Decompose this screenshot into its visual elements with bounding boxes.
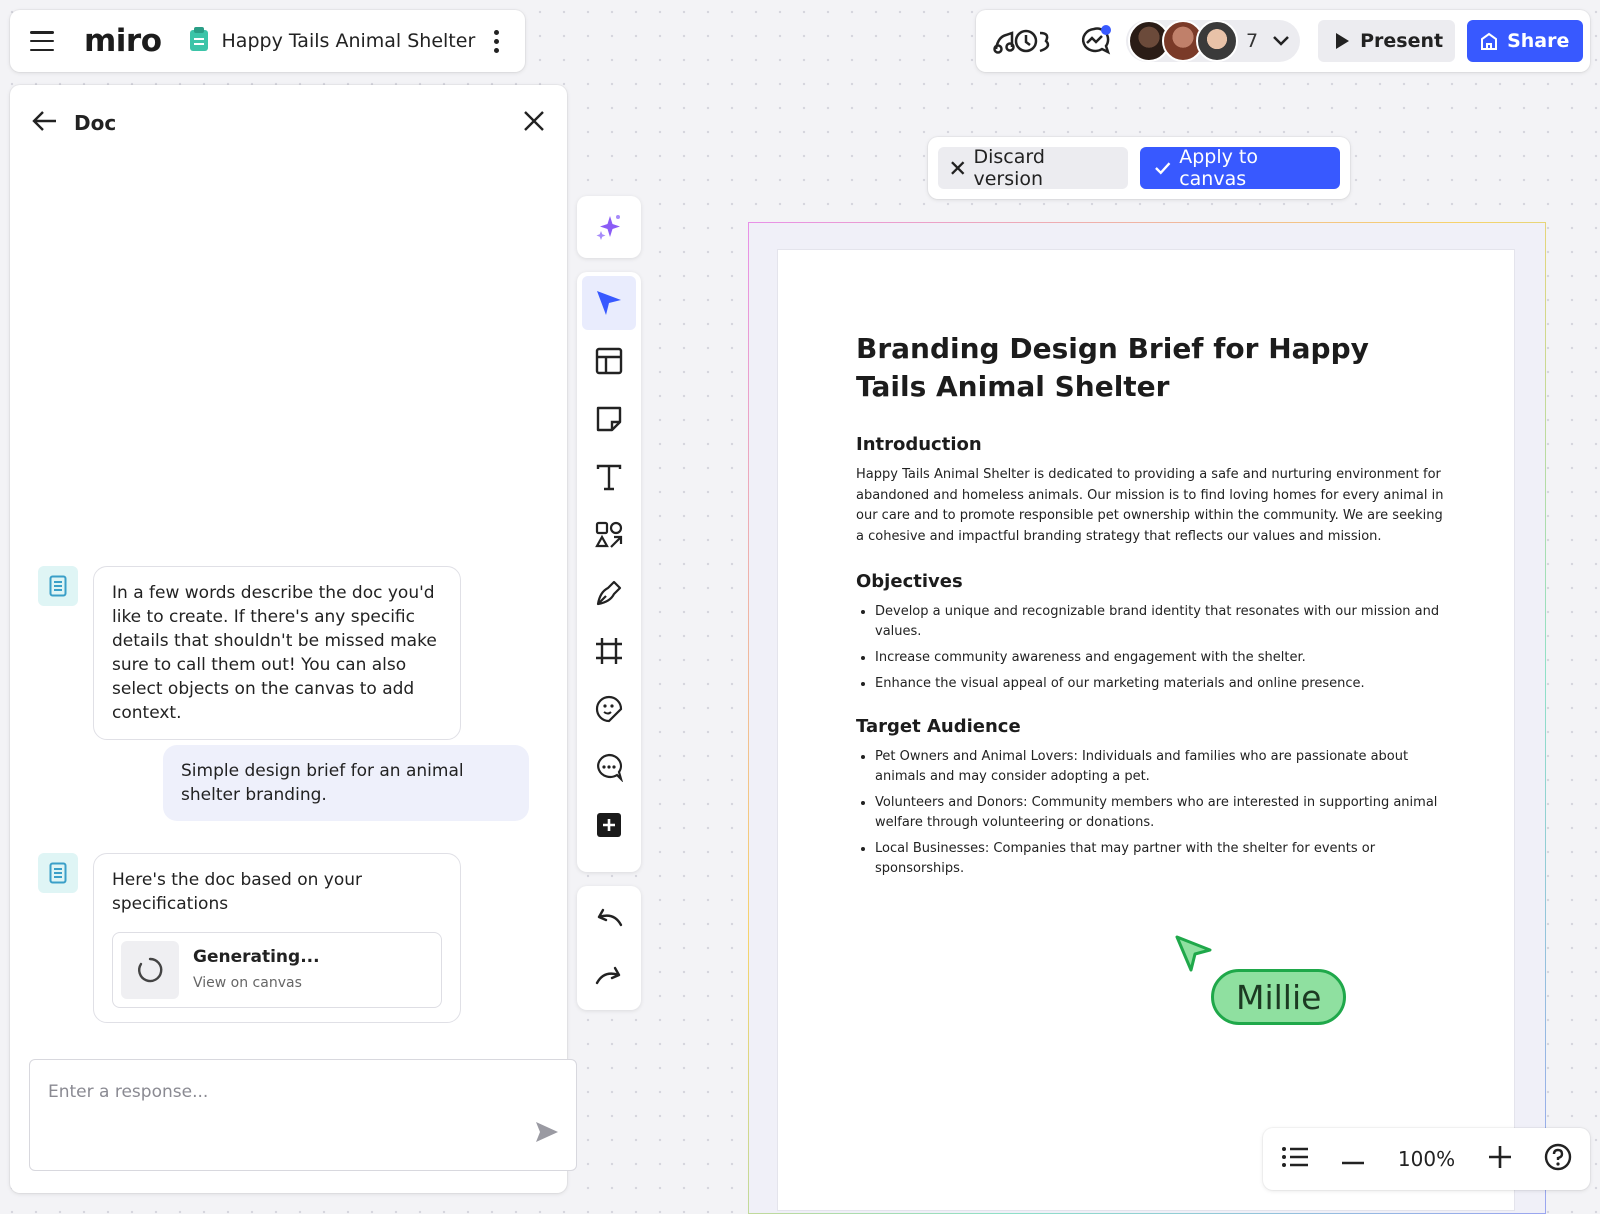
- list-view-icon[interactable]: [1281, 1146, 1309, 1172]
- zoom-in-icon[interactable]: [1488, 1145, 1512, 1173]
- doc-icon: [38, 853, 78, 893]
- sticker-icon[interactable]: [582, 682, 636, 736]
- apply-label: Apply to canvas: [1179, 146, 1258, 190]
- send-icon[interactable]: [534, 1120, 560, 1148]
- generating-title: Generating...: [193, 947, 320, 967]
- board-title[interactable]: Happy Tails Animal Shelter: [222, 30, 476, 52]
- assistant-message-text: Here's the doc based on your specificati…: [112, 870, 363, 914]
- text-tool-icon[interactable]: [582, 450, 636, 504]
- undo-icon[interactable]: [582, 890, 636, 944]
- objectives-list: Develop a unique and recognizable brand …: [856, 602, 1446, 694]
- audience-list: Pet Owners and Animal Lovers: Individual…: [856, 747, 1446, 879]
- intro-heading: Introduction: [856, 434, 982, 455]
- present-button[interactable]: Present: [1318, 20, 1456, 62]
- reactions-timer-icon[interactable]: [992, 25, 1054, 57]
- sticky-note-icon[interactable]: [582, 392, 636, 446]
- collaborator-cursor-label: Millie: [1211, 969, 1347, 1025]
- check-icon: [1154, 162, 1171, 175]
- redo-icon[interactable]: [582, 948, 636, 1002]
- board-header: miro Happy Tails Animal Shelter: [10, 10, 525, 72]
- response-input[interactable]: Enter a response...: [29, 1059, 577, 1171]
- discard-version-button[interactable]: Discard version: [938, 146, 1128, 190]
- doc-icon: [38, 566, 78, 606]
- templates-icon[interactable]: [582, 334, 636, 388]
- play-icon: [1336, 33, 1350, 49]
- cursor-arrow-icon: [1174, 934, 1214, 978]
- building-icon: [1481, 32, 1498, 50]
- zoom-level[interactable]: 100%: [1398, 1147, 1455, 1171]
- zoom-out-icon[interactable]: [1341, 1150, 1365, 1169]
- share-button[interactable]: Share: [1467, 20, 1584, 62]
- back-arrow-icon[interactable]: [32, 110, 58, 136]
- frame-icon[interactable]: [582, 624, 636, 678]
- version-actions: Discard version Apply to canvas: [928, 137, 1350, 199]
- doc-assistant-panel: Doc In a few words describe the doc you'…: [10, 85, 567, 1193]
- user-message: Simple design brief for an animal shelte…: [163, 745, 529, 821]
- doc-title: Branding Design Brief for Happy Tails An…: [856, 332, 1369, 403]
- assistant-message: Here's the doc based on your specificati…: [93, 853, 461, 1023]
- apply-to-canvas-button[interactable]: Apply to canvas: [1139, 146, 1340, 190]
- chat-icon[interactable]: [1078, 25, 1112, 57]
- present-label: Present: [1360, 30, 1444, 52]
- panel-title: Doc: [74, 111, 117, 135]
- assistant-message: In a few words describe the doc you'd li…: [93, 566, 461, 740]
- miro-logo[interactable]: miro: [84, 23, 162, 59]
- list-item: Volunteers and Donors: Community members…: [875, 793, 1446, 833]
- list-item: Pet Owners and Animal Lovers: Individual…: [875, 747, 1446, 787]
- creation-toolbar: [577, 272, 641, 872]
- spinner-icon: [121, 941, 179, 999]
- close-icon: [951, 161, 965, 175]
- list-item: Develop a unique and recognizable brand …: [875, 602, 1446, 642]
- share-label: Share: [1507, 30, 1570, 52]
- hamburger-menu-icon[interactable]: [30, 31, 54, 51]
- select-tool-icon[interactable]: [582, 276, 636, 330]
- shapes-icon[interactable]: [582, 508, 636, 562]
- generating-card[interactable]: Generating... View on canvas: [112, 932, 442, 1008]
- clipboard-icon: [188, 26, 210, 56]
- chevron-down-icon[interactable]: [1272, 32, 1290, 51]
- intro-text: Happy Tails Animal Shelter is dedicated …: [856, 467, 1444, 544]
- response-placeholder: Enter a response...: [48, 1082, 209, 1102]
- objectives-heading: Objectives: [856, 571, 963, 592]
- close-icon[interactable]: [523, 110, 545, 136]
- ai-toolbar: [577, 196, 641, 258]
- list-item: Increase community awareness and engagem…: [875, 648, 1446, 668]
- collaborator-count: 7: [1246, 30, 1259, 52]
- list-item: Enhance the visual appeal of our marketi…: [875, 674, 1446, 694]
- more-options-icon[interactable]: [494, 29, 499, 53]
- history-toolbar: [577, 886, 641, 1010]
- view-on-canvas-link[interactable]: View on canvas: [193, 971, 320, 995]
- avatar: [1196, 20, 1238, 62]
- help-icon[interactable]: [1544, 1143, 1572, 1175]
- audience-heading: Target Audience: [856, 716, 1021, 737]
- doc-content: Branding Design Brief for Happy Tails An…: [856, 330, 1446, 885]
- collaborators[interactable]: 7: [1126, 20, 1301, 62]
- zoom-controls: 100%: [1263, 1128, 1590, 1190]
- discard-label: Discard version: [973, 146, 1045, 190]
- comment-icon[interactable]: [582, 740, 636, 794]
- collab-toolbar: 7 Present Share: [976, 10, 1590, 72]
- add-more-icon[interactable]: [582, 798, 636, 852]
- ai-sparkle-icon[interactable]: [582, 200, 636, 254]
- list-item: Local Businesses: Companies that may par…: [875, 839, 1446, 879]
- pen-icon[interactable]: [582, 566, 636, 620]
